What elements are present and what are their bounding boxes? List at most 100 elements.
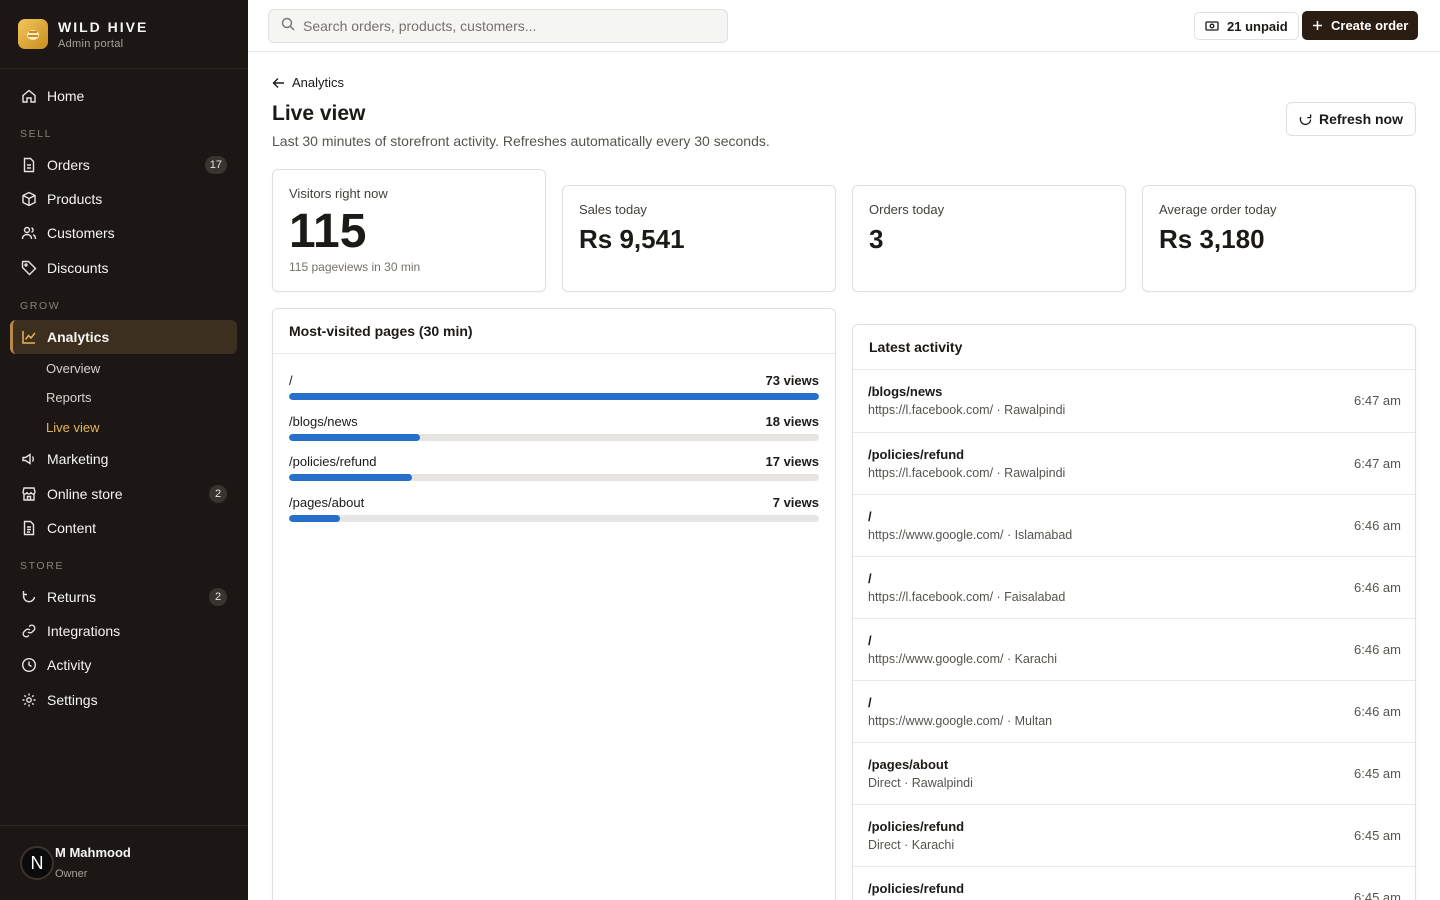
brand[interactable]: WILD HIVE Admin portal [0,0,248,69]
activity-row: / https://www.google.com/ · Islamabad 6:46… [853,494,1415,556]
sidebar-item-returns[interactable]: Returns 2 [10,580,237,614]
activity-source: https://l.facebook.com/ · Rawalpindi [868,403,1066,417]
activity-source: Direct · Rawalpindi [868,776,973,790]
refresh-icon [1299,113,1312,126]
page-views: 17 views [765,454,820,469]
refresh-label: Refresh now [1318,111,1403,127]
page-views: 7 views [772,494,819,510]
refresh-button[interactable]: Refresh now [1286,102,1416,136]
online-store-count-badge: 2 [209,485,227,503]
activity-path: /blogs/news [868,384,943,399]
activity-row: / https://www.google.com/ · Karachi 6:46 a… [853,618,1415,680]
views-bar-track [289,433,819,441]
topbar: 21 unpaid Create order [248,0,1440,52]
activity-time: 6:46 am [1354,704,1401,719]
tag-icon [20,259,38,277]
latest-activity-card: Latest activity /blogs/news https://l.fac… [852,324,1416,900]
user-role: Owner [55,868,88,880]
stat-value: Rs 9,541 [579,224,685,254]
views-bar-fill [289,393,819,400]
activity-path: /pages/about [868,757,949,772]
section-label-store: STORE [20,560,64,572]
link-icon [20,622,38,640]
top-pages-title: Most-visited pages (30 min) [273,309,835,354]
clock-icon [20,656,38,674]
plus-icon [1312,20,1323,31]
activity-source: Direct · Karachi [868,838,955,852]
sidebar-subitem-live-view[interactable]: Live view [46,420,99,435]
stat-value: 3 [869,224,884,254]
views-bar-fill [289,433,420,441]
sidebar-subitem-reports[interactable]: Reports [46,390,92,405]
stat-card-average-order: Average order today Rs 3,180 [1142,185,1416,292]
sidebar-item-label: Orders [47,157,90,173]
activity-source: https://l.facebook.com/ · Faisalabad [868,590,1066,604]
sidebar-item-label: Home [47,88,85,104]
activity-path: / [868,633,872,648]
sidebar-item-label: Customers [47,225,115,241]
sidebar-item-integrations[interactable]: Integrations [10,614,237,648]
sidebar-item-label: Analytics [47,329,110,345]
activity-time: 6:45 am [1354,890,1401,900]
sidebar: WILD HIVE Admin portal Home SELL Orders … [0,0,248,900]
sidebar-item-customers[interactable]: Customers [10,216,237,250]
search-box[interactable] [268,9,728,43]
stat-card-orders: Orders today 3 [852,185,1126,292]
activity-row: / https://l.facebook.com/ · Faisalabad 6:4… [853,556,1415,618]
views-bar-fill [289,474,413,481]
avatar: N [20,846,54,880]
back-link-label: Analytics [292,75,345,90]
activity-row: /policies/refund Direct · Karachi 6:45 am [853,804,1415,866]
arrow-left-icon [272,77,285,89]
create-order-button[interactable]: Create order [1302,11,1419,40]
sidebar-item-label: Discounts [47,260,109,276]
sidebar-item-online-store[interactable]: Online store 2 [10,477,237,511]
activity-time: 6:47 am [1354,456,1401,471]
page-views: 18 views [765,413,820,429]
activity-path: /policies/refund [868,819,965,834]
section-label-sell: SELL [20,128,53,140]
user-profile[interactable]: N M Mahmood Owner [0,825,248,900]
sidebar-item-home[interactable]: Home [10,79,237,113]
activity-source: https://l.facebook.com/ · Rawalpindi [868,466,1066,480]
sidebar-item-orders[interactable]: Orders 17 [10,148,237,182]
create-order-label: Create order [1331,18,1409,33]
activity-source: https://www.google.com/ · Karachi [868,652,1057,666]
sidebar-item-discounts[interactable]: Discounts [10,251,237,285]
activity-time: 6:45 am [1354,766,1401,781]
stat-card-sales: Sales today Rs 9,541 [562,185,836,292]
hive-logo-icon [18,19,48,49]
back-link[interactable]: Analytics [272,75,344,90]
stat-value: Rs 3,180 [1159,224,1265,254]
activity-time: 6:46 am [1354,580,1401,595]
stat-value: 115 [289,205,367,258]
sidebar-subitem-overview[interactable]: Overview [46,361,100,376]
activity-row: / https://www.google.com/ · Multan 6:46 am [853,680,1415,742]
latest-activity-title: Latest activity [853,325,1415,370]
gear-icon [20,691,38,709]
activity-path: / [868,695,872,710]
sidebar-item-settings[interactable]: Settings [10,683,237,717]
sidebar-item-label: Settings [47,692,98,708]
sidebar-item-analytics[interactable]: Analytics [10,320,237,354]
activity-source: https://www.google.com/ · Multan [868,714,1053,728]
sidebar-item-content[interactable]: Content [10,511,237,545]
page-path: /pages/about [289,494,365,510]
search-icon [281,17,295,36]
page-title: Live view [272,102,366,125]
search-input[interactable] [303,18,703,34]
brand-name: WILD HIVE [58,18,149,35]
sidebar-item-marketing[interactable]: Marketing [10,442,237,476]
sidebar-item-products[interactable]: Products [10,182,237,216]
sidebar-item-label: Content [47,520,97,536]
sidebar-item-activity[interactable]: Activity [10,648,237,682]
activity-time: 6:46 am [1354,518,1401,533]
activity-time: 6:47 am [1354,393,1401,408]
unpaid-orders-button[interactable]: 21 unpaid [1194,12,1299,40]
page-path: /policies/refund [289,454,377,469]
sidebar-item-label: Online store [47,486,123,502]
brand-subtitle: Admin portal [58,37,124,50]
chart-icon [20,328,38,346]
activity-path: / [868,509,872,524]
stat-label: Orders today [869,202,945,217]
